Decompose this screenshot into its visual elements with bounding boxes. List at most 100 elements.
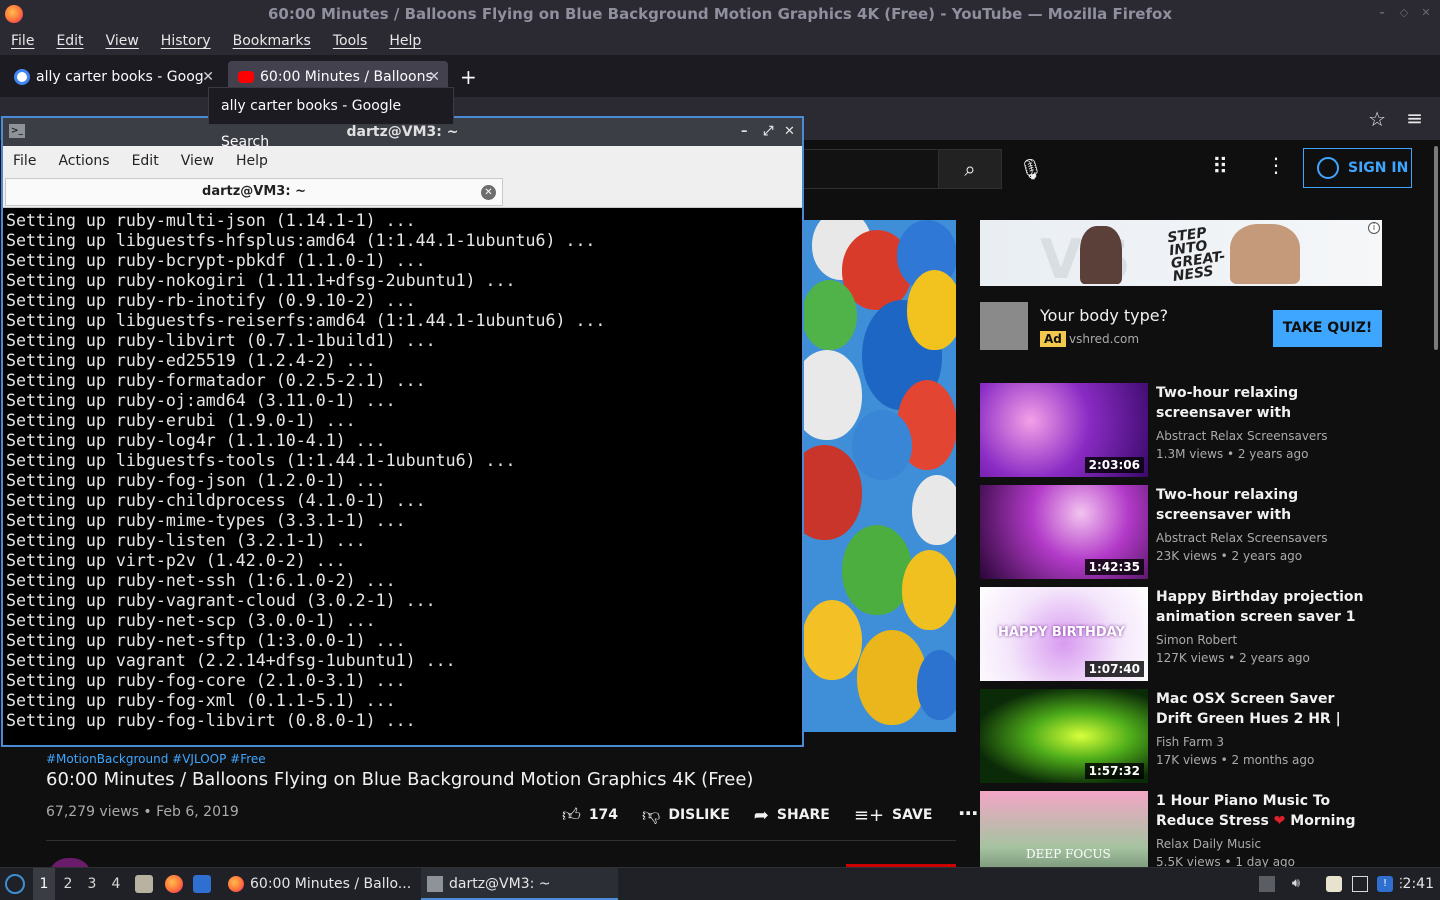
ad-title[interactable]: Your body type? bbox=[1040, 306, 1168, 325]
minimize-icon[interactable]: – bbox=[1376, 7, 1388, 19]
channel-name[interactable]: Fish Farm 3 bbox=[1156, 735, 1224, 749]
close-tab-icon[interactable]: ✕ bbox=[481, 185, 496, 200]
recommendation-item[interactable]: 1:57:32 Mac OSX Screen Saver Drift Green… bbox=[980, 689, 1380, 785]
file-manager-icon[interactable] bbox=[135, 875, 153, 893]
video-thumbnail[interactable]: DEEP FOCUS bbox=[980, 791, 1148, 867]
info-icon[interactable]: i bbox=[1368, 222, 1380, 234]
maximize-icon[interactable]: ⤢ bbox=[763, 118, 773, 146]
window-title-bar: 60:00 Minutes / Balloons Flying on Blue … bbox=[0, 0, 1440, 29]
terminal-tab[interactable]: dartz@VM3: ~ ✕ bbox=[5, 178, 503, 206]
menu-edit[interactable]: Edit bbox=[56, 29, 83, 55]
video-thumbnail[interactable]: HAPPY BIRTHDAY 1:07:40 bbox=[980, 587, 1148, 681]
dislike-button[interactable]: 👎︎ DISLIKE bbox=[642, 804, 730, 826]
menu-history[interactable]: History bbox=[161, 29, 211, 55]
ad-banner[interactable]: VS STEP INTO GREAT-NESS bbox=[980, 220, 1382, 286]
more-vert-icon[interactable]: ⋮ bbox=[1266, 153, 1286, 177]
firefox-launcher-icon[interactable] bbox=[165, 875, 183, 893]
video-thumbnail[interactable]: 2:03:06 bbox=[980, 383, 1148, 477]
scrollbar-thumb[interactable] bbox=[1434, 146, 1438, 350]
screen-icon[interactable] bbox=[1352, 876, 1368, 892]
recommendation-title[interactable]: Happy Birthday projection animation scre… bbox=[1156, 587, 1364, 627]
bookmark-star-icon[interactable]: ☆ bbox=[1368, 107, 1386, 131]
recommendation-title[interactable]: 1 Hour Piano Music To Reduce Stress ❤ Mo… bbox=[1156, 791, 1364, 831]
apps-grid-icon[interactable]: ⠿ bbox=[1212, 154, 1228, 182]
clipboard-icon[interactable] bbox=[1326, 876, 1342, 892]
recommendation-item[interactable]: DEEP FOCUS 1 Hour Piano Music To Reduce … bbox=[980, 791, 1380, 867]
heart-icon: ❤ bbox=[1273, 813, 1286, 829]
terminal-line: Setting up ruby-oj:amd64 (3.11.0-1) ... bbox=[6, 391, 396, 410]
recommendation-item[interactable]: HAPPY BIRTHDAY 1:07:40 Happy Birthday pr… bbox=[980, 587, 1380, 683]
terminal-tab-label: dartz@VM3: ~ bbox=[202, 184, 306, 199]
tab-google-search[interactable]: ally carter books - Goog ✕ bbox=[4, 61, 222, 93]
balloon-shape bbox=[802, 350, 862, 440]
workspace-3[interactable]: 3 bbox=[81, 868, 103, 900]
terminal-line: Setting up ruby-ed25519 (1.2.4-2) ... bbox=[6, 351, 376, 370]
tab-label: ally carter books - Goog bbox=[36, 69, 204, 85]
channel-name[interactable]: Simon Robert bbox=[1156, 633, 1237, 647]
recommendation-title[interactable]: Two-hour relaxing screensaver with Backg… bbox=[1156, 485, 1364, 525]
search-icon[interactable]: ⌕ bbox=[938, 149, 1002, 189]
terminal-menu-edit[interactable]: Edit bbox=[132, 146, 159, 176]
workspace-4[interactable]: 4 bbox=[105, 868, 127, 900]
clock[interactable]: 2:41 bbox=[1403, 868, 1434, 900]
channel-name[interactable]: Abstract Relax Screensavers bbox=[1156, 429, 1328, 443]
channel-avatar[interactable] bbox=[48, 858, 92, 867]
microphone-icon[interactable]: 🎙 bbox=[1015, 153, 1047, 185]
close-icon[interactable]: ✕ bbox=[1420, 7, 1432, 19]
keyboard-layout-icon[interactable] bbox=[1259, 876, 1275, 892]
taskbar-terminal-task[interactable]: dartz@VM3: ~ bbox=[421, 868, 618, 900]
recommendation-title[interactable]: Two-hour relaxing screensaver with Valen… bbox=[1156, 383, 1364, 423]
channel-name[interactable]: Abstract Relax Screensavers bbox=[1156, 531, 1328, 545]
video-thumbnail[interactable]: 1:42:35 bbox=[980, 485, 1148, 579]
video-hashtags[interactable]: #MotionBackground #VJLOOP #Free bbox=[46, 752, 266, 766]
ad-domain: vshred.com bbox=[1069, 332, 1140, 346]
video-player[interactable] bbox=[802, 220, 956, 732]
desktop-icon[interactable] bbox=[193, 875, 211, 893]
menu-bookmarks[interactable]: Bookmarks bbox=[233, 29, 311, 55]
video-meta: 67,279 views • Feb 6, 2019 bbox=[46, 804, 239, 820]
menu-file[interactable]: File bbox=[11, 29, 34, 55]
more-actions-icon[interactable]: ⋯ bbox=[958, 800, 978, 826]
close-icon[interactable]: ✕ bbox=[784, 118, 795, 146]
terminal-line: Setting up ruby-nokogiri (1.11.1+dfsg-2u… bbox=[6, 271, 516, 290]
terminal-output[interactable]: Setting up ruby-multi-json (1.14.1-1) ..… bbox=[3, 209, 802, 745]
video-thumbnail[interactable]: 1:57:32 bbox=[980, 689, 1148, 783]
terminal-menu-actions[interactable]: Actions bbox=[58, 146, 109, 176]
volume-icon[interactable]: 🔊︎ bbox=[1288, 876, 1304, 892]
page-scrollbar[interactable] bbox=[1432, 140, 1440, 867]
tab-label: 60:00 Minutes / Balloons bbox=[260, 69, 433, 85]
menu-view[interactable]: View bbox=[106, 29, 139, 55]
share-button[interactable]: ➦ SHARE bbox=[754, 804, 830, 826]
terminal-window[interactable]: >_ dartz@VM3: ~ – ⤢ ✕ File Actions Edit … bbox=[1, 116, 804, 747]
workspace-1[interactable]: 1 bbox=[33, 868, 55, 900]
channel-name[interactable]: Relax Daily Music bbox=[1156, 837, 1261, 851]
like-button[interactable]: 👍︎ 174 bbox=[562, 804, 618, 826]
taskbar-firefox-task[interactable]: 60:00 Minutes / Ballo... bbox=[222, 868, 418, 900]
balloon-shape bbox=[802, 280, 857, 350]
recommendation-item[interactable]: 1:42:35 Two-hour relaxing screensaver wi… bbox=[980, 485, 1380, 581]
menu-tools[interactable]: Tools bbox=[333, 29, 368, 55]
terminal-line: Setting up ruby-fog-core (2.1.0-3.1) ... bbox=[6, 671, 406, 690]
sign-in-button[interactable]: SIGN IN bbox=[1303, 148, 1412, 188]
start-menu-icon[interactable] bbox=[5, 874, 25, 894]
terminal-line: Setting up ruby-mime-types (3.3.1-1) ... bbox=[6, 511, 406, 530]
recommendation-item[interactable]: 2:03:06 Two-hour relaxing screensaver wi… bbox=[980, 383, 1380, 479]
terminal-menu-file[interactable]: File bbox=[13, 146, 36, 176]
minimize-icon[interactable]: – bbox=[741, 118, 748, 146]
update-notifier-icon[interactable]: ! bbox=[1377, 876, 1393, 892]
maximize-icon[interactable]: ◇ bbox=[1398, 7, 1410, 19]
save-button[interactable]: ≡+ SAVE bbox=[854, 804, 933, 826]
new-tab-plus-icon[interactable]: + bbox=[460, 65, 477, 89]
recommendation-title[interactable]: Mac OSX Screen Saver Drift Green Hues 2 … bbox=[1156, 689, 1364, 729]
terminal-line: Setting up ruby-fog-xml (0.1.1-5.1) ... bbox=[6, 691, 396, 710]
take-quiz-button[interactable]: TAKE QUIZ! bbox=[1273, 310, 1382, 347]
ad-figure-man bbox=[1230, 224, 1300, 284]
hamburger-menu-icon[interactable]: ≡ bbox=[1406, 106, 1423, 130]
share-icon: ➦ bbox=[753, 804, 769, 826]
ad-avatar[interactable] bbox=[980, 302, 1028, 350]
workspace-2[interactable]: 2 bbox=[57, 868, 79, 900]
window-title: 60:00 Minutes / Balloons Flying on Blue … bbox=[267, 5, 1172, 23]
terminal-menu-view[interactable]: View bbox=[181, 146, 214, 176]
menu-help[interactable]: Help bbox=[389, 29, 421, 55]
terminal-tab-bar: dartz@VM3: ~ ✕ bbox=[3, 176, 802, 208]
